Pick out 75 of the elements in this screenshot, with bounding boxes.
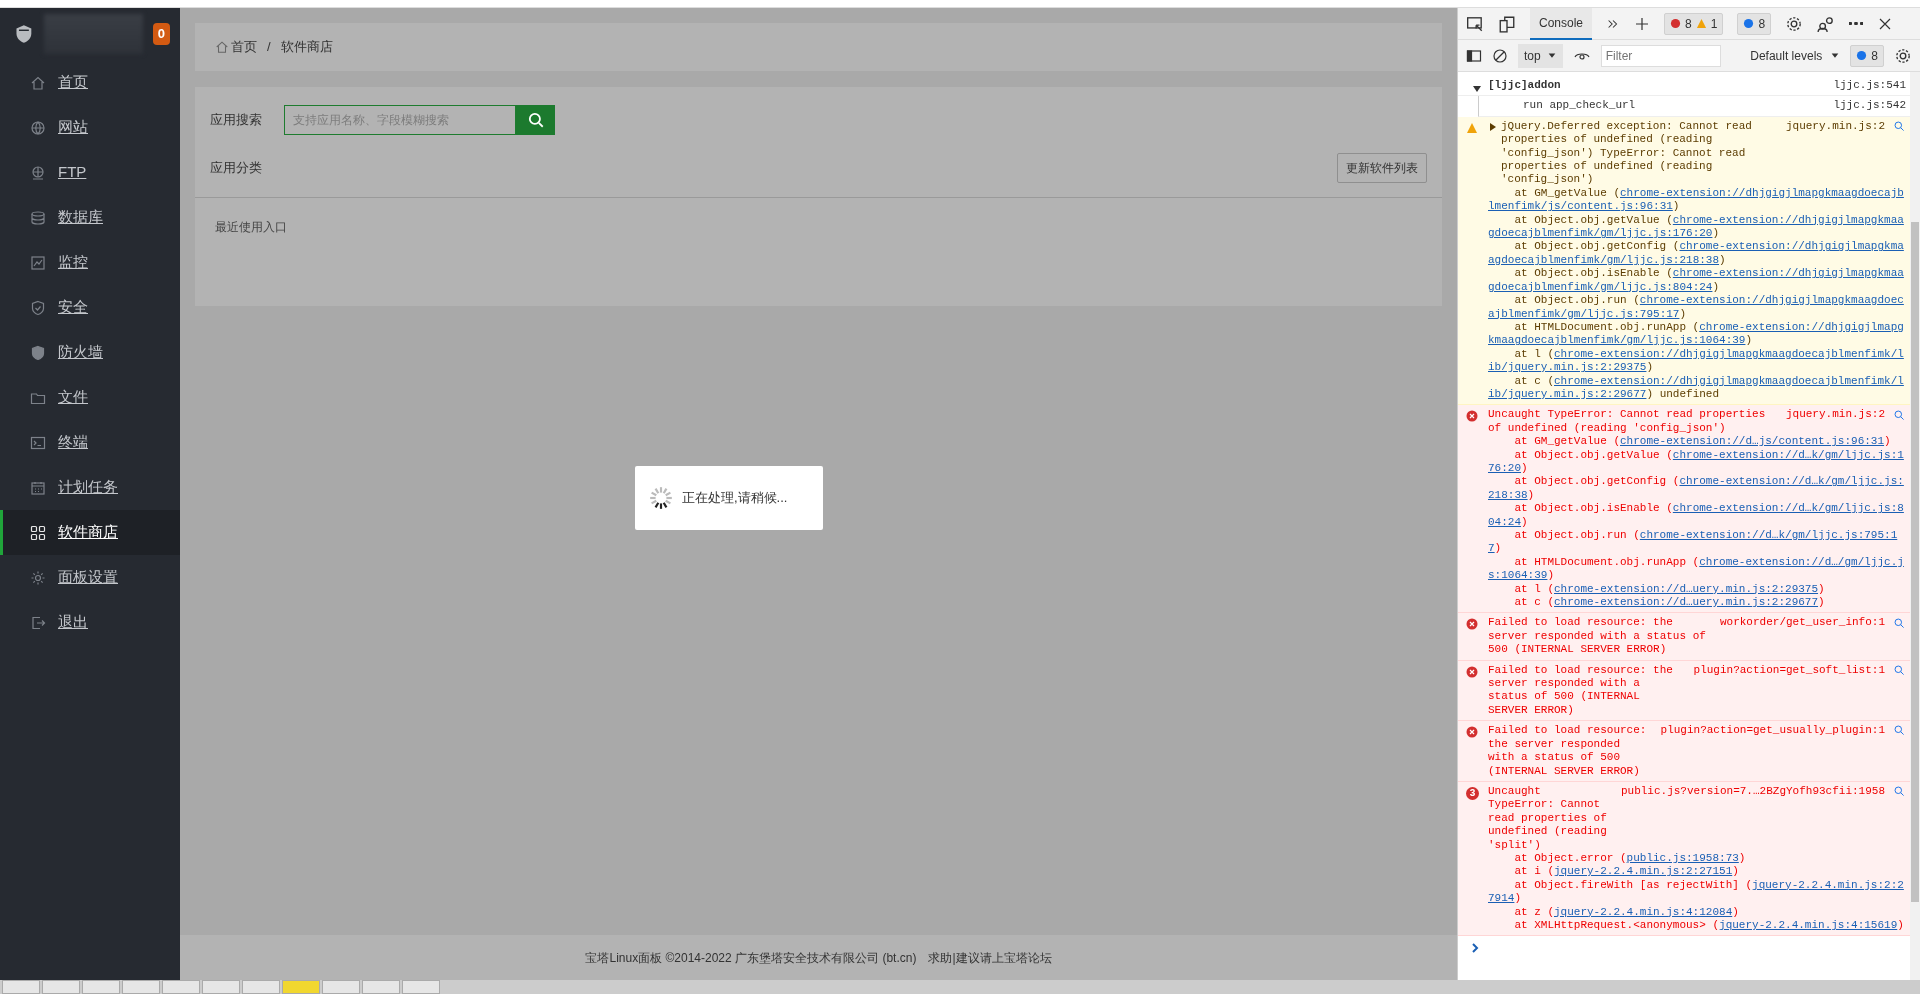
breadcrumb-link[interactable]: 软件商店 (280, 37, 333, 57)
recent-entries-label: 最近使用入口 (195, 197, 1442, 306)
console-message: Failed to load resource: the server responded with a status of 500 (INTERNAL SERVER ERROR) (1488, 724, 1648, 778)
stack-frame: at c (chrome-extension://dhjgigjlmapgkmaagdoecajblmenfimk/lib/jquery.min.js:2:29677) undefined (1488, 374, 1906, 402)
console-message: run app_check_url (1523, 99, 1636, 113)
category-label: 应用分类 (210, 159, 262, 178)
stack-frame: at Object.fireWith [as rejectWith] (jquery-2.2.4.min.js:2:27914) (1488, 878, 1906, 906)
levels-dropdown[interactable]: Default levels (1750, 46, 1841, 65)
context-dropdown[interactable]: top (1518, 43, 1563, 68)
repeat-count: 3 (1466, 786, 1479, 800)
context-value: top (1524, 47, 1541, 65)
breadcrumb-separator: / (267, 38, 271, 57)
source-link[interactable]: workorder/get_user_info:1 (1719, 616, 1885, 630)
source-link[interactable]: plugin?action=get_soft_list:1 (1693, 663, 1885, 678)
console-message: jQuery.Deferred exception: Cannot read properties of undefined (reading 'config_json') TypeError: Cannot read properties of undefined (reading 'config_json') (1501, 119, 1753, 187)
console-message: Uncaught TypeError: Cannot read properties of undefined (reading 'split') (1488, 784, 1608, 852)
console-message: Failed to load resource: the server responded with a status of 500 (INTERNAL SERVER ERROR) (1488, 616, 1707, 657)
notification-badge: 0 (152, 23, 170, 45)
source-link[interactable]: jquery.min.js:2 (1785, 408, 1885, 422)
forum-link[interactable]: 求助|建议请上宝塔论坛 (928, 948, 1052, 967)
error-count: 8 (1685, 15, 1692, 33)
stack-frame: at XMLHttpRequest.<anonymous> (jquery-2.2.4.min.js:4:15619) (1488, 918, 1906, 933)
sidebar-item[interactable]: 计划任务 (0, 465, 180, 510)
stack-frame: at Object.error (public.js:1958:73) (1488, 851, 1906, 866)
issues-count: 8 (1871, 47, 1878, 65)
sidebar-item[interactable]: 软件商店 (0, 510, 180, 555)
breadcrumb-link[interactable]: 首页 (215, 37, 257, 57)
issue-counter[interactable]: 8 1 (1664, 12, 1724, 35)
sidebar-item[interactable]: 网站 (0, 105, 180, 150)
levels-value: Default levels (1750, 47, 1823, 65)
sidebar-item[interactable]: 面板设置 (0, 555, 180, 600)
filter-field[interactable]: Filter (1600, 44, 1721, 67)
console-message: [ljjc]addon (1488, 79, 1561, 93)
sidebar-item[interactable]: 首页 (0, 60, 180, 105)
stack-frame: at GM_getValue (chrome-extension://d…js/content.js:96:31) (1488, 435, 1906, 449)
source-link[interactable]: plugin?action=get_usually_plugin:1 (1660, 724, 1885, 738)
console-message: Failed to load resource: the server responded with a status of 500 (INTERNAL SERVER ERROR) (1488, 663, 1674, 718)
stack-frame: at i (jquery-2.2.4.min.js:2:27151) (1488, 865, 1906, 879)
refresh-list-button[interactable]: 更新软件列表 (1337, 153, 1427, 183)
console-message: Uncaught TypeError: Cannot read properties of undefined (reading 'config_json') (1488, 408, 1767, 436)
info-count: 8 (1758, 15, 1766, 33)
sidebar-item[interactable]: 退出 (0, 600, 180, 645)
stack-frame: at Object.obj.isEnable (chrome-extension://dhjgigjlmapgkmaagdoecajblmenfimk/gm/ljjc.js:804:24) (1488, 267, 1906, 295)
source-link[interactable]: public.js?version=7.…2BZgYofh93cfii:1958 (1620, 784, 1885, 799)
stack-frame: at l (chrome-extension://d…uery.min.js:2:29375) (1488, 582, 1906, 597)
sidebar-item[interactable]: 终端 (0, 420, 180, 465)
stack-frame: at GM_getValue (chrome-extension://dhjgigjlmapgkmaagdoecajblmenfimk/js/content.js:96:31) (1488, 186, 1906, 214)
sidebar-item[interactable]: 防火墙 (0, 330, 180, 375)
message-counter[interactable]: 8 (1737, 12, 1772, 35)
sidebar-item[interactable]: 安全 (0, 285, 180, 330)
stack-frame: at Object.obj.getConfig (chrome-extension://dhjgigjlmapgkmaagdoecajblmenfimk/gm/ljjc.js:218:38) (1488, 240, 1906, 268)
sidebar-item[interactable]: FTP (0, 150, 180, 195)
stack-frame: at HTMLDocument.obj.runApp (chrome-extension://dhjgigjlmapgkmaagdoecajblmenfimk/gm/ljjc.js:1064:39) (1488, 320, 1906, 348)
stack-frame: at HTMLDocument.obj.runApp (chrome-extension://d…/gm/ljjc.js:1064:39) (1488, 555, 1906, 583)
stack-frame: at Object.obj.getValue (chrome-extension://dhjgigjlmapgkmaagdoecajblmenfimk/gm/ljjc.js:176:20) (1488, 213, 1906, 241)
issues-counter[interactable]: 8 (1850, 44, 1884, 67)
stack-frame: at c (chrome-extension://d…uery.min.js:2:29677) (1488, 596, 1906, 610)
console-tab[interactable]: Console (1530, 7, 1593, 40)
stack-frame: at Object.obj.run (chrome-extension://d…k/gm/ljjc.js:795:17) (1488, 529, 1906, 556)
source-link[interactable]: jquery.min.js:2 (1785, 119, 1885, 134)
stack-frame: at z (jquery-2.2.4.min.js:4:12084) (1488, 905, 1906, 919)
loading-message: 正在处理,请稍候... (682, 489, 788, 508)
sidebar-item[interactable]: 文件 (0, 375, 180, 420)
stack-frame: at Object.obj.isEnable (chrome-extension://d…k/gm/ljjc.js:804:24) (1488, 502, 1906, 529)
search-label: 应用搜索 (210, 111, 262, 130)
sidebar-item[interactable]: 数据库 (0, 195, 180, 240)
source-link[interactable]: ljjc.js:542 (1833, 99, 1906, 113)
warning-count: 1 (1710, 15, 1718, 33)
sidebar-item[interactable]: 监控 (0, 240, 180, 285)
stack-frame: at l (chrome-extension://dhjgigjlmapgkmaagdoecajblmenfimk/lib/jquery.min.js:2:29375) (1488, 347, 1906, 375)
stack-frame: at Object.obj.run (chrome-extension://dhjgigjlmapgkmaagdoecajblmenfimk/gm/ljjc.js:795:17) (1488, 294, 1906, 321)
source-link[interactable]: ljjc.js:541 (1833, 79, 1906, 93)
stack-frame: at Object.obj.getConfig (chrome-extension://d…k/gm/ljjc.js:218:38) (1488, 475, 1906, 503)
copyright-text: 宝塔Linux面板 ©2014-2022 广东堡塔安全技术有限公司 (bt.cn) (585, 949, 917, 967)
stack-frame: at Object.obj.getValue (chrome-extension://d…k/gm/ljjc.js:176:20) (1488, 448, 1906, 476)
